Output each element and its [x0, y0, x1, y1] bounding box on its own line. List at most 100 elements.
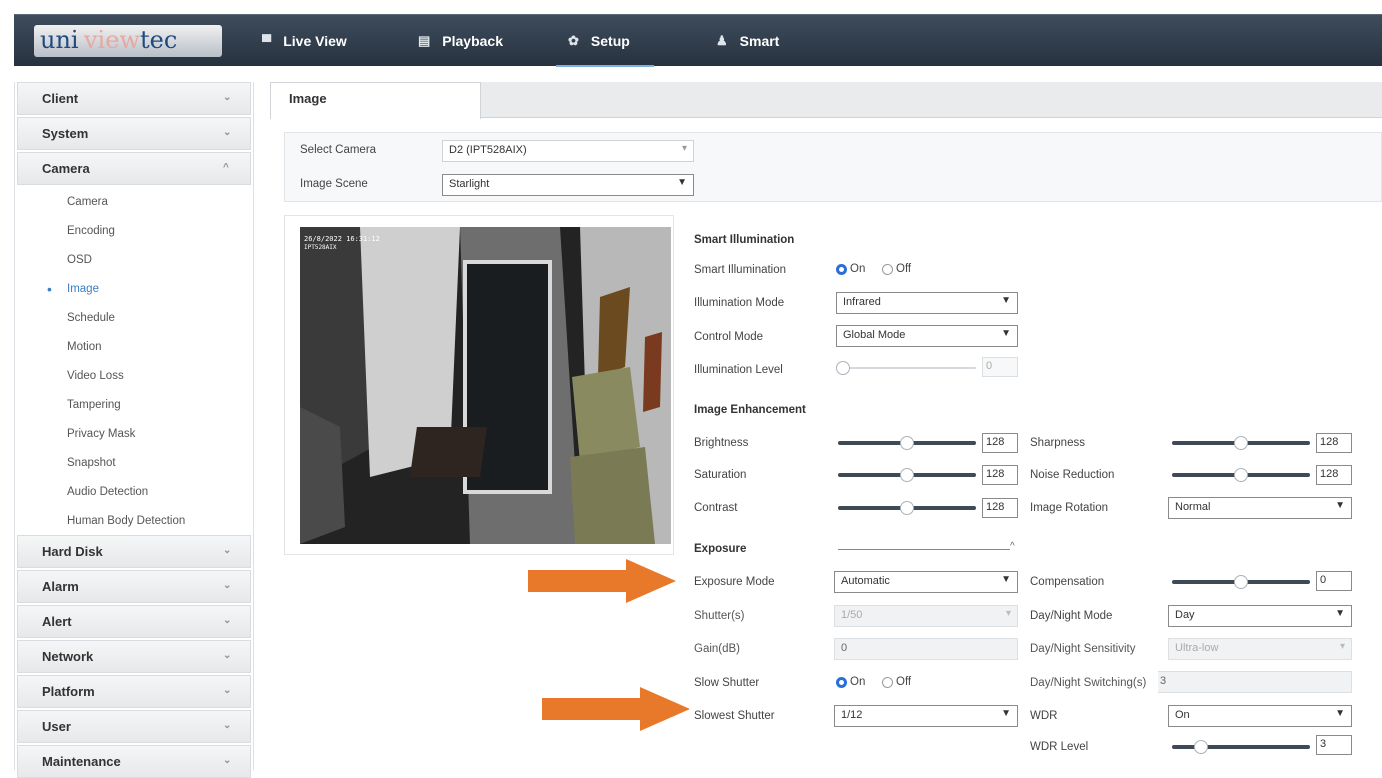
group-label: Platform	[42, 684, 95, 699]
shutter-dropdown[interactable]: 1/50 ▾	[834, 605, 1018, 627]
chevron-down-icon: ▼	[1335, 500, 1345, 511]
item-label: Encoding	[67, 224, 115, 237]
dropdown-value: 1/50	[841, 609, 863, 621]
sidebar-item-privacy-mask[interactable]: Privacy Mask	[15, 419, 253, 448]
noise-reduction-input[interactable]: 128	[1316, 465, 1352, 485]
slider-thumb[interactable]	[900, 468, 914, 482]
illumination-level-input[interactable]: 0	[982, 357, 1018, 377]
sidebar-item-motion[interactable]: Motion	[15, 332, 253, 361]
gain-input[interactable]: 0	[834, 638, 1018, 660]
sidebar-item-video-loss[interactable]: Video Loss	[15, 361, 253, 390]
sidebar-item-camera[interactable]: Camera	[15, 187, 253, 216]
chevron-up-icon: ^	[223, 162, 229, 173]
sidebar-group-user[interactable]: User ⌄	[17, 710, 251, 743]
exposure-mode-dropdown[interactable]: Automatic ▼	[834, 571, 1018, 593]
logo-text-2: view	[84, 26, 140, 54]
brightness-input[interactable]: 128	[982, 433, 1018, 453]
sidebar-group-maintenance[interactable]: Maintenance ⌄	[17, 745, 251, 778]
slow-shutter-on-radio[interactable]: On	[836, 676, 865, 688]
sidebar-group-client[interactable]: Client ⌄	[17, 82, 251, 115]
dropdown-value: Normal	[1175, 501, 1211, 513]
tab-image[interactable]: Image	[270, 82, 481, 119]
sidebar-item-osd[interactable]: OSD	[15, 245, 253, 274]
group-label: Maintenance	[42, 754, 121, 769]
saturation-input[interactable]: 128	[982, 465, 1018, 485]
illumination-mode-dropdown[interactable]: Infrared ▼	[836, 292, 1018, 314]
illumination-level-slider[interactable]	[836, 361, 976, 375]
radio-label: Off	[896, 263, 912, 275]
preview-timestamp: 26/8/2022 16:31:12	[304, 235, 380, 243]
slider-track	[836, 367, 976, 369]
select-camera-dropdown[interactable]: D2 (IPT528AIX) ▾	[442, 140, 694, 162]
sidebar-item-image[interactable]: Image	[15, 274, 253, 303]
compensation-slider[interactable]	[1172, 575, 1310, 589]
slider-thumb[interactable]	[836, 361, 850, 375]
chevron-down-icon: ⌄	[223, 615, 232, 626]
slider-thumb[interactable]	[1234, 468, 1248, 482]
contrast-input[interactable]: 128	[982, 498, 1018, 518]
slider-track	[1172, 745, 1310, 749]
wdr-dropdown[interactable]: On ▼	[1168, 705, 1352, 727]
wdr-level-slider[interactable]	[1172, 740, 1310, 754]
slider-thumb[interactable]	[900, 436, 914, 450]
item-label: Privacy Mask	[67, 427, 136, 440]
wdr-level-input[interactable]: 3	[1316, 735, 1352, 755]
sharpness-slider[interactable]	[1172, 436, 1310, 450]
compensation-input[interactable]: 0	[1316, 571, 1352, 591]
slow-shutter-off-radio[interactable]: Off	[882, 676, 911, 688]
day-night-switching-input[interactable]: 3	[1158, 671, 1352, 693]
sidebar-item-audio-detection[interactable]: Audio Detection	[15, 477, 253, 506]
nav-playback[interactable]: ▤ Playback	[418, 15, 503, 67]
radio-selected-icon	[836, 676, 847, 688]
nav-smart[interactable]: ♟ Smart	[716, 15, 779, 67]
image-scene-dropdown[interactable]: Starlight ▼	[442, 174, 694, 196]
chevron-down-icon: ⌄	[223, 755, 232, 766]
chevron-up-icon[interactable]: ^	[1010, 541, 1015, 552]
contrast-slider[interactable]	[838, 501, 976, 515]
sidebar-item-human-body-detection[interactable]: Human Body Detection	[15, 506, 253, 535]
day-night-sensitivity-dropdown[interactable]: Ultra-low ▾	[1168, 638, 1352, 660]
slider-thumb[interactable]	[1234, 436, 1248, 450]
sidebar-item-snapshot[interactable]: Snapshot	[15, 448, 253, 477]
saturation-slider[interactable]	[838, 468, 976, 482]
nav-live-view[interactable]: ▀ Live View	[262, 15, 347, 67]
image-rotation-dropdown[interactable]: Normal ▼	[1168, 497, 1352, 519]
sharpness-input[interactable]: 128	[1316, 433, 1352, 453]
slider-thumb[interactable]	[900, 501, 914, 515]
noise-reduction-label: Noise Reduction	[1030, 469, 1115, 481]
radio-label: On	[850, 676, 866, 688]
slowest-shutter-dropdown[interactable]: 1/12 ▼	[834, 705, 1018, 727]
sidebar-item-schedule[interactable]: Schedule	[15, 303, 253, 332]
control-mode-dropdown[interactable]: Global Mode ▼	[836, 325, 1018, 347]
camera-image	[300, 227, 671, 544]
smart-illumination-off-radio[interactable]: Off	[882, 263, 911, 275]
monitor-icon: ▀	[262, 33, 272, 49]
sidebar-group-camera[interactable]: Camera ^	[17, 152, 251, 185]
logo-text-1: uni	[40, 26, 79, 54]
sidebar-group-platform[interactable]: Platform ⌄	[17, 675, 251, 708]
slider-thumb[interactable]	[1234, 575, 1248, 589]
brightness-label: Brightness	[694, 437, 749, 449]
brightness-slider[interactable]	[838, 436, 976, 450]
radio-label: On	[850, 263, 866, 275]
sidebar-group-system[interactable]: System ⌄	[17, 117, 251, 150]
item-label: OSD	[67, 253, 92, 266]
nav-setup[interactable]: ✿ Setup	[556, 15, 654, 67]
sidebar-group-hard-disk[interactable]: Hard Disk ⌄	[17, 535, 251, 568]
sidebar-group-alert[interactable]: Alert ⌄	[17, 605, 251, 638]
group-label: Camera	[42, 161, 90, 176]
sidebar-group-alarm[interactable]: Alarm ⌄	[17, 570, 251, 603]
wdr-level-label: WDR Level	[1030, 741, 1089, 753]
camera-preview[interactable]: 26/8/2022 16:31:12 IPT528AIX	[300, 227, 671, 544]
logo-text-3: tec	[140, 26, 178, 54]
sidebar-item-encoding[interactable]: Encoding	[15, 216, 253, 245]
day-night-mode-label: Day/Night Mode	[1030, 610, 1113, 622]
item-label: Video Loss	[67, 369, 124, 382]
slider-thumb[interactable]	[1194, 740, 1208, 754]
noise-reduction-slider[interactable]	[1172, 468, 1310, 482]
smart-illumination-on-radio[interactable]: On	[836, 263, 865, 275]
sidebar-item-tampering[interactable]: Tampering	[15, 390, 253, 419]
day-night-mode-dropdown[interactable]: Day ▼	[1168, 605, 1352, 627]
sidebar-group-network[interactable]: Network ⌄	[17, 640, 251, 673]
sharpness-label: Sharpness	[1030, 437, 1085, 449]
